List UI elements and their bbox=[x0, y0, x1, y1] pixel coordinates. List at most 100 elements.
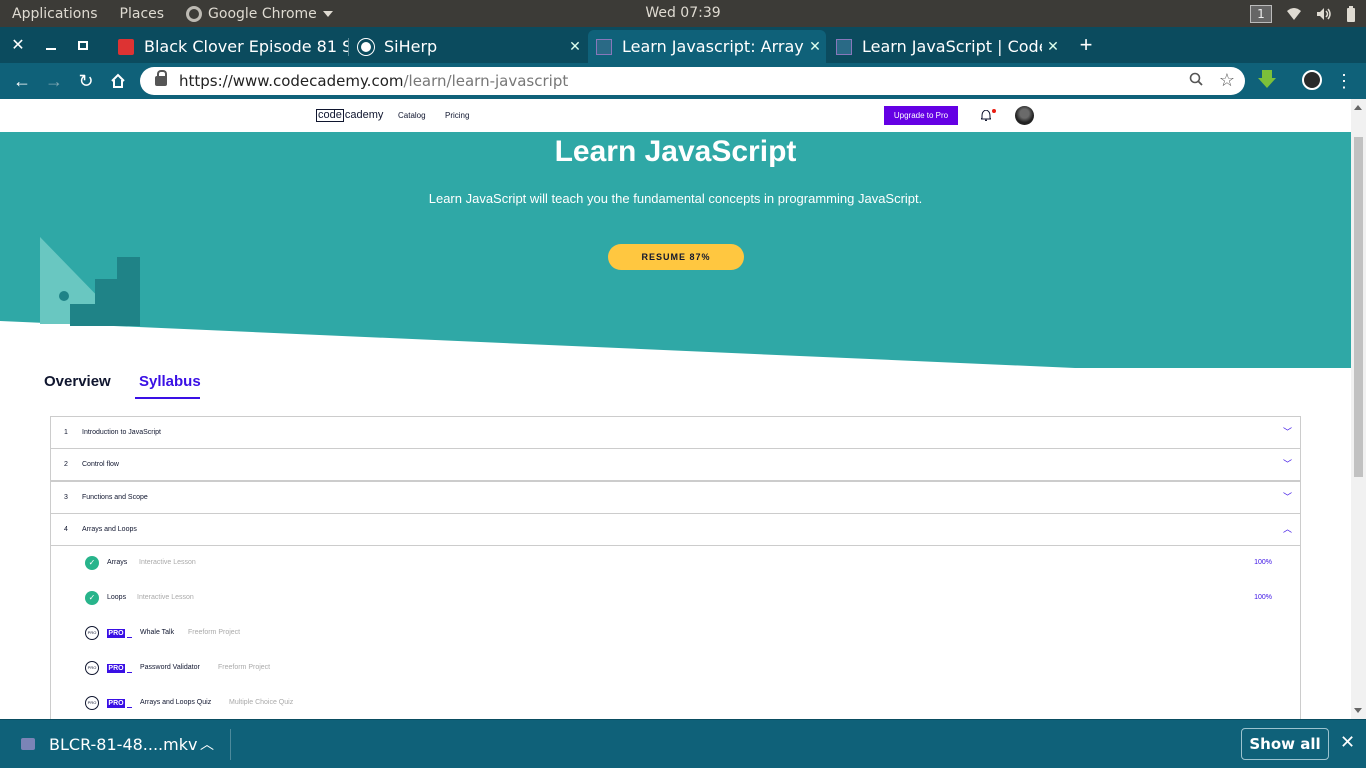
window-close-icon[interactable]: ✕ bbox=[2, 27, 34, 63]
course-description: Learn JavaScript will teach you the fund… bbox=[428, 191, 923, 206]
chevron-down-icon[interactable]: ﹀ bbox=[1283, 457, 1292, 470]
places-menu[interactable]: Places bbox=[120, 6, 165, 22]
tab-syllabus[interactable]: Syllabus bbox=[139, 373, 201, 390]
zoom-magnifier-icon[interactable] bbox=[1189, 72, 1203, 91]
chevron-up-icon[interactable]: ︿ bbox=[1283, 522, 1292, 535]
applications-menu[interactable]: Applications bbox=[12, 6, 98, 22]
wifi-icon[interactable] bbox=[1286, 7, 1302, 21]
tab-title: Learn JavaScript | Codeca bbox=[862, 37, 1042, 56]
globe-favicon bbox=[358, 38, 374, 55]
pro-badge-underline bbox=[127, 707, 132, 708]
workspace-indicator[interactable]: 1 bbox=[1250, 4, 1272, 23]
lesson-row[interactable]: ✓ Loops Interactive Lesson 100% bbox=[85, 591, 1300, 611]
course-title: Learn JavaScript bbox=[554, 135, 797, 168]
lesson-name[interactable]: Arrays and Loops Quiz bbox=[140, 699, 211, 706]
battery-icon[interactable] bbox=[1346, 5, 1356, 22]
black-clover-favicon bbox=[118, 38, 134, 55]
codecademy-favicon bbox=[596, 38, 612, 55]
lesson-name[interactable]: Arrays bbox=[107, 559, 127, 566]
upgrade-to-pro-button[interactable]: Upgrade to Pro bbox=[884, 106, 958, 125]
lesson-name[interactable]: Password Validator bbox=[140, 664, 200, 671]
scrollbar-thumb[interactable] bbox=[1354, 137, 1363, 477]
module-row-expanded[interactable]: 4 Arrays and Loops ︿ bbox=[51, 513, 1300, 546]
bookmark-star-icon[interactable]: ☆ bbox=[1219, 70, 1235, 91]
back-arrow-icon[interactable]: ← bbox=[7, 63, 37, 99]
lesson-row[interactable]: PRO PRO Arrays and Loops Quiz Multiple C… bbox=[85, 696, 485, 716]
module-row[interactable]: 2 Control flow ﹀ bbox=[51, 448, 1300, 481]
locked-lesson-icon: PRO bbox=[85, 626, 99, 640]
lock-icon bbox=[155, 70, 167, 86]
lesson-name[interactable]: Loops bbox=[107, 594, 126, 601]
browser-tab-2[interactable]: SiHerp ✕ bbox=[350, 30, 586, 63]
reload-icon[interactable]: ↻ bbox=[71, 63, 101, 99]
codecademy-logo[interactable]: code cademy bbox=[316, 109, 383, 122]
nav-pricing-link[interactable]: Pricing bbox=[445, 111, 469, 120]
browser-tab-strip: ✕ Black Clover Episode 81 S SiHerp ✕ Lea… bbox=[0, 27, 1366, 63]
download-extension-icon[interactable] bbox=[1258, 70, 1276, 90]
module-number: 4 bbox=[64, 526, 68, 533]
lesson-progress: 100% bbox=[1254, 594, 1272, 601]
nav-catalog-link[interactable]: Catalog bbox=[398, 111, 426, 120]
tab-close-icon[interactable]: ✕ bbox=[564, 39, 586, 55]
chrome-app-label: Google Chrome bbox=[208, 5, 317, 22]
chevron-down-icon[interactable]: ﹀ bbox=[1283, 490, 1292, 503]
module-row[interactable]: 1 Introduction to JavaScript ﹀ bbox=[51, 416, 1300, 449]
show-all-downloads-button[interactable]: Show all bbox=[1241, 728, 1329, 760]
tab-overview[interactable]: Overview bbox=[44, 373, 111, 390]
module-number: 3 bbox=[64, 494, 68, 501]
codecademy-navbar: code cademy Catalog Pricing Upgrade to P… bbox=[0, 99, 1351, 132]
lesson-row[interactable]: PRO PRO Whale Talk Freeform Project bbox=[85, 626, 485, 646]
module-name: Introduction to JavaScript bbox=[82, 429, 161, 436]
notification-bell-icon[interactable] bbox=[981, 110, 991, 121]
tab-close-icon[interactable]: ✕ bbox=[1042, 39, 1064, 55]
pro-badge-underline bbox=[127, 672, 132, 673]
lesson-name[interactable]: Whale Talk bbox=[140, 629, 174, 636]
scroll-down-arrow-icon[interactable] bbox=[1354, 708, 1362, 713]
pro-badge: PRO bbox=[107, 629, 125, 638]
logo-text-part: cademy bbox=[344, 109, 384, 121]
browser-tab-1[interactable]: Black Clover Episode 81 S bbox=[110, 30, 349, 63]
completed-check-icon: ✓ bbox=[85, 591, 99, 605]
module-number: 1 bbox=[64, 429, 68, 436]
volume-icon[interactable] bbox=[1316, 7, 1332, 21]
pro-badge-underline bbox=[127, 637, 132, 638]
home-icon[interactable] bbox=[103, 63, 133, 99]
lesson-type: Multiple Choice Quiz bbox=[229, 699, 294, 706]
lesson-row[interactable]: PRO PRO Password Validator Freeform Proj… bbox=[85, 661, 485, 681]
pro-badge: PRO bbox=[107, 699, 125, 708]
tab-title: SiHerp bbox=[384, 37, 438, 56]
lesson-progress: 100% bbox=[1254, 559, 1272, 566]
scroll-up-arrow-icon[interactable] bbox=[1354, 105, 1362, 110]
pro-badge: PRO bbox=[107, 664, 125, 673]
clock[interactable]: Wed 07:39 bbox=[645, 5, 720, 21]
browser-tab-4[interactable]: Learn JavaScript | Codeca ✕ bbox=[828, 30, 1064, 63]
url-host: https://www.codecademy.com bbox=[179, 72, 404, 90]
download-filename[interactable]: BLCR-81-48....mkv bbox=[49, 735, 197, 754]
codecademy-favicon bbox=[836, 38, 852, 55]
user-avatar[interactable] bbox=[1015, 106, 1034, 125]
address-bar[interactable]: https://www.codecademy.com/learn/learn-j… bbox=[140, 67, 1245, 95]
forward-arrow-icon[interactable]: → bbox=[39, 63, 69, 99]
chrome-menu-icon[interactable]: ⋮ bbox=[1335, 63, 1353, 99]
notification-dot bbox=[992, 109, 996, 113]
window-restore-icon[interactable] bbox=[67, 27, 99, 63]
lesson-row[interactable]: ✓ Arrays Interactive Lesson 100% bbox=[85, 556, 1300, 576]
chrome-app-menu[interactable]: Google Chrome bbox=[186, 5, 333, 22]
chevron-down-icon[interactable]: ﹀ bbox=[1283, 425, 1292, 438]
tab-close-icon[interactable]: ✕ bbox=[804, 39, 826, 55]
new-tab-icon[interactable]: + bbox=[1073, 27, 1099, 63]
browser-tab-3-active[interactable]: Learn Javascript: Arrays, L ✕ bbox=[588, 30, 826, 63]
page-scrollbar[interactable] bbox=[1351, 99, 1366, 719]
lesson-type: Interactive Lesson bbox=[137, 594, 194, 601]
url-path: /learn/learn-javascript bbox=[403, 72, 569, 90]
profile-avatar[interactable] bbox=[1302, 70, 1322, 90]
close-icon[interactable]: ✕ bbox=[1340, 732, 1355, 753]
video-file-icon bbox=[21, 738, 35, 750]
resume-button[interactable]: RESUME 87% bbox=[608, 244, 744, 270]
url-text[interactable]: https://www.codecademy.com/learn/learn-j… bbox=[179, 72, 568, 90]
chevron-up-icon[interactable]: ︿ bbox=[200, 734, 214, 754]
window-minimize-icon[interactable] bbox=[35, 27, 67, 63]
module-row[interactable]: 3 Functions and Scope ﹀ bbox=[51, 481, 1300, 514]
syllabus-list: 1 Introduction to JavaScript ﹀ 2 Control… bbox=[50, 416, 1301, 719]
lesson-type: Freeform Project bbox=[218, 664, 271, 671]
